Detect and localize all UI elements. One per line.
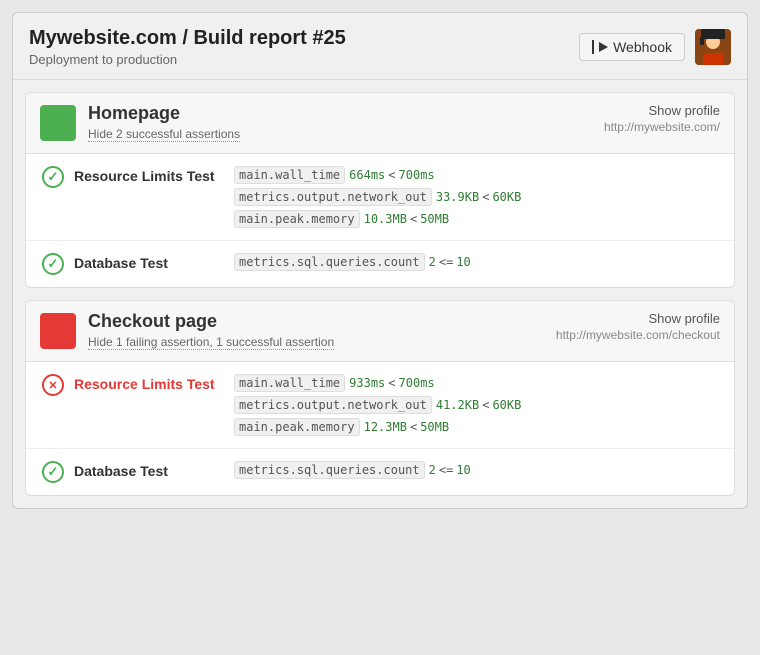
- homepage-db-metric-line-0: metrics.sql.queries.count 2 <= 10: [234, 253, 718, 271]
- page-container: Mywebsite.com / Build report #25 Deploym…: [12, 12, 748, 509]
- metric-op-1: <: [482, 190, 489, 204]
- checkout-database-label: Database Test: [74, 461, 224, 479]
- homepage-resource-limits-success-icon: [42, 166, 64, 188]
- metric-limit-0: 700ms: [399, 168, 435, 182]
- checkout-resource-limits-label: Resource Limits Test: [74, 374, 224, 392]
- header-left: Mywebsite.com / Build report #25 Deploym…: [29, 27, 346, 67]
- checkout-metric-limit-1: 60KB: [492, 398, 521, 412]
- checkout-metric-op-2: <: [410, 420, 417, 434]
- metric-limit-2: 50MB: [420, 212, 449, 226]
- play-icon: [599, 42, 608, 52]
- checkout-metric-value-1: 41.2KB: [436, 398, 479, 412]
- homepage-hide-assertions[interactable]: Hide 2 successful assertions: [88, 127, 240, 142]
- checkout-title: Checkout page: [88, 311, 334, 332]
- checkout-metric-op-0: <: [388, 376, 395, 390]
- metric-limit-1: 60KB: [492, 190, 521, 204]
- homepage-resource-limits-label: Resource Limits Test: [74, 166, 224, 184]
- checkout-metric-value-0: 933ms: [349, 376, 385, 390]
- checkout-section-header: Checkout page Hide 1 failing assertion, …: [26, 301, 734, 362]
- checkout-header-right: Show profile http://mywebsite.com/checko…: [556, 311, 720, 342]
- homepage-header-left: Homepage Hide 2 successful assertions: [40, 103, 240, 143]
- checkout-metric-op-1: <: [482, 398, 489, 412]
- homepage-url: http://mywebsite.com/: [604, 120, 720, 134]
- checkout-db-metric-limit-0: 10: [456, 463, 470, 477]
- metric-line-2: main.peak.memory 10.3MB < 50MB: [234, 210, 718, 228]
- avatar[interactable]: [695, 29, 731, 65]
- checkout-metric-line-0: main.wall_time 933ms < 700ms: [234, 374, 718, 392]
- metric-op-2: <: [410, 212, 417, 226]
- checkout-database-metrics: metrics.sql.queries.count 2 <= 10: [234, 461, 718, 479]
- homepage-database-row: Database Test metrics.sql.queries.count …: [26, 241, 734, 287]
- homepage-title-area: Homepage Hide 2 successful assertions: [88, 103, 240, 143]
- avatar-image: [695, 29, 731, 65]
- checkout-metric-line-1: metrics.output.network_out 41.2KB < 60KB: [234, 396, 718, 414]
- metric-line-0: main.wall_time 664ms < 700ms: [234, 166, 718, 184]
- metric-value-0: 664ms: [349, 168, 385, 182]
- metric-op-0: <: [388, 168, 395, 182]
- checkout-metric-limit-0: 700ms: [399, 376, 435, 390]
- webhook-button[interactable]: Webhook: [579, 33, 685, 61]
- metric-key-1: metrics.output.network_out: [234, 188, 432, 206]
- checkout-db-metric-op-0: <=: [439, 463, 453, 477]
- checkout-show-profile-link[interactable]: Show profile: [556, 311, 720, 326]
- checkout-metric-limit-2: 50MB: [420, 420, 449, 434]
- metric-line-1: metrics.output.network_out 33.9KB < 60KB: [234, 188, 718, 206]
- checkout-header-left: Checkout page Hide 1 failing assertion, …: [40, 311, 334, 351]
- checkout-metric-key-2: main.peak.memory: [234, 418, 360, 436]
- homepage-show-profile-link[interactable]: Show profile: [604, 103, 720, 118]
- checkout-status-box: [40, 313, 76, 349]
- content: Homepage Hide 2 successful assertions Sh…: [13, 80, 747, 508]
- page-title: Mywebsite.com / Build report #25: [29, 27, 346, 50]
- checkout-resource-limits-failure-icon: [42, 374, 64, 396]
- homepage-resource-limits-metrics: main.wall_time 664ms < 700ms metrics.out…: [234, 166, 718, 228]
- webhook-label: Webhook: [613, 39, 672, 55]
- homepage-db-metric-key-0: metrics.sql.queries.count: [234, 253, 425, 271]
- header: Mywebsite.com / Build report #25 Deploym…: [13, 13, 747, 80]
- metric-key-0: main.wall_time: [234, 166, 345, 184]
- homepage-status-box: [40, 105, 76, 141]
- pipe-icon: [592, 40, 594, 54]
- homepage-db-metric-op-0: <=: [439, 255, 453, 269]
- checkout-resource-limits-metrics: main.wall_time 933ms < 700ms metrics.out…: [234, 374, 718, 436]
- header-right: Webhook: [579, 29, 731, 65]
- checkout-database-row: Database Test metrics.sql.queries.count …: [26, 449, 734, 495]
- homepage-title: Homepage: [88, 103, 240, 124]
- checkout-db-metric-line-0: metrics.sql.queries.count 2 <= 10: [234, 461, 718, 479]
- checkout-metric-key-0: main.wall_time: [234, 374, 345, 392]
- metric-value-1: 33.9KB: [436, 190, 479, 204]
- checkout-title-area: Checkout page Hide 1 failing assertion, …: [88, 311, 334, 351]
- homepage-section-header: Homepage Hide 2 successful assertions Sh…: [26, 93, 734, 154]
- homepage-database-label: Database Test: [74, 253, 224, 271]
- checkout-resource-limits-row: Resource Limits Test main.wall_time 933m…: [26, 362, 734, 449]
- checkout-metric-line-2: main.peak.memory 12.3MB < 50MB: [234, 418, 718, 436]
- checkout-metric-value-2: 12.3MB: [364, 420, 407, 434]
- homepage-database-metrics: metrics.sql.queries.count 2 <= 10: [234, 253, 718, 271]
- checkout-section: Checkout page Hide 1 failing assertion, …: [25, 300, 735, 496]
- homepage-section: Homepage Hide 2 successful assertions Sh…: [25, 92, 735, 288]
- checkout-database-success-icon: [42, 461, 64, 483]
- metric-value-2: 10.3MB: [364, 212, 407, 226]
- checkout-db-metric-value-0: 2: [429, 463, 436, 477]
- checkout-db-metric-key-0: metrics.sql.queries.count: [234, 461, 425, 479]
- homepage-resource-limits-row: Resource Limits Test main.wall_time 664m…: [26, 154, 734, 241]
- checkout-metric-key-1: metrics.output.network_out: [234, 396, 432, 414]
- homepage-database-success-icon: [42, 253, 64, 275]
- checkout-url: http://mywebsite.com/checkout: [556, 328, 720, 342]
- homepage-db-metric-limit-0: 10: [456, 255, 470, 269]
- homepage-header-right: Show profile http://mywebsite.com/: [604, 103, 720, 134]
- homepage-db-metric-value-0: 2: [429, 255, 436, 269]
- page-subtitle: Deployment to production: [29, 52, 346, 67]
- checkout-hide-assertions[interactable]: Hide 1 failing assertion, 1 successful a…: [88, 335, 334, 350]
- metric-key-2: main.peak.memory: [234, 210, 360, 228]
